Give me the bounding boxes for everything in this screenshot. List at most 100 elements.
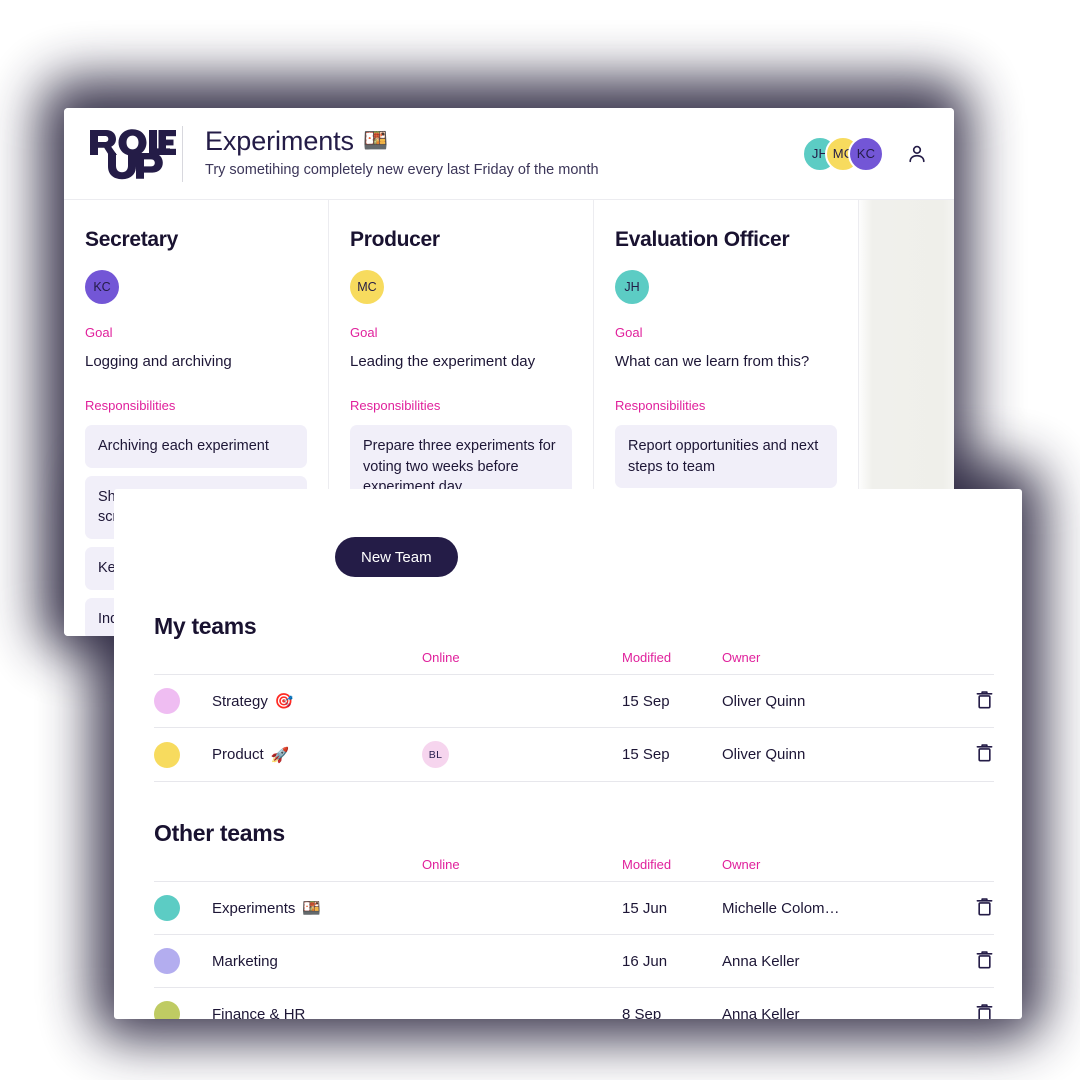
- delete-cell: [912, 727, 994, 782]
- responsibilities-label: Responsibilities: [350, 398, 441, 414]
- col-header-name: [212, 650, 422, 675]
- team-name-text: Finance & HR: [212, 1005, 306, 1020]
- role-title: Secretary: [85, 228, 179, 251]
- col-header-color: [154, 857, 212, 882]
- modified-cell: 15 Jun: [622, 881, 722, 935]
- team-color-cell: [154, 987, 212, 1019]
- role-assignee-avatar[interactable]: KC: [85, 270, 119, 304]
- member-avatar-stack[interactable]: JH MC KC: [802, 135, 884, 172]
- owner-cell: Oliver Quinn: [722, 674, 912, 728]
- role-title: Evaluation Officer: [615, 228, 790, 251]
- teams-section: My teams Online Modified Owner Strategy 🎯 15 S…: [154, 613, 994, 782]
- roleup-logo[interactable]: [84, 128, 176, 180]
- page-subtitle: Try sometihing completely new every last…: [205, 162, 599, 179]
- team-color-dot: [154, 1001, 180, 1019]
- goal-value[interactable]: Leading the experiment day: [350, 352, 572, 372]
- header-actions: JH MC KC: [802, 135, 928, 172]
- trash-icon[interactable]: [975, 896, 994, 917]
- responsibility-card[interactable]: Report opportunities and next steps to t…: [615, 425, 837, 489]
- col-header-name: [212, 857, 422, 882]
- responsibility-card[interactable]: Archiving each experiment: [85, 425, 307, 468]
- table-row[interactable]: Finance & HR 8 Sep Anna Keller: [154, 987, 994, 1020]
- team-name-cell[interactable]: Marketing: [212, 934, 422, 988]
- col-header-modified: Modified: [622, 857, 722, 882]
- delete-cell: [912, 881, 994, 935]
- goal-label: Goal: [615, 325, 643, 340]
- goal-value[interactable]: What can we learn from this?: [615, 352, 837, 372]
- team-name-cell[interactable]: Strategy 🎯: [212, 674, 422, 728]
- bento-emoji: 🍱: [362, 129, 388, 152]
- table-row[interactable]: Strategy 🎯 15 Sep Oliver Quinn: [154, 674, 994, 728]
- trash-icon[interactable]: [975, 949, 994, 970]
- team-color-cell: [154, 881, 212, 935]
- table-header-row: Online Modified Owner: [154, 857, 994, 882]
- online-members-cell: [422, 934, 622, 988]
- goal-value[interactable]: Logging and archiving: [85, 352, 307, 372]
- page-title: Experiments 🍱: [205, 127, 802, 156]
- teams-panel: New Team My teams Online Modified Owner Stra…: [114, 489, 1022, 1019]
- team-name-text: Marketing: [212, 952, 278, 970]
- online-members-cell: [422, 674, 622, 728]
- table-header-row: Online Modified Owner: [154, 650, 994, 675]
- col-header-owner: Owner: [722, 650, 912, 675]
- modified-cell: 16 Jun: [622, 934, 722, 988]
- col-header-owner: Owner: [722, 857, 912, 882]
- team-name-text: Product: [212, 746, 264, 763]
- col-header-color: [154, 650, 212, 675]
- header-avatar-kc[interactable]: KC: [848, 135, 884, 172]
- online-members-cell: [422, 881, 622, 935]
- team-color-dot: [154, 948, 180, 974]
- goal-label: Goal: [350, 325, 378, 340]
- teams-section: Other teams Online Modified Owner Experiment…: [154, 820, 994, 1019]
- delete-cell: [912, 674, 994, 728]
- table-row[interactable]: Marketing 16 Jun Anna Keller: [154, 934, 994, 988]
- responsibilities-label: Responsibilities: [85, 398, 176, 414]
- col-header-actions: [912, 857, 994, 882]
- col-header-online: Online: [422, 857, 622, 882]
- header-divider: [182, 125, 183, 182]
- team-name-text: Strategy: [212, 692, 268, 710]
- owner-cell: Anna Keller: [722, 987, 912, 1019]
- section-title: My teams: [154, 613, 257, 639]
- team-color-dot: [154, 688, 180, 714]
- screenshot-root: Experiments 🍱 Try sometihing completely …: [0, 0, 1080, 1080]
- teams-table: Online Modified Owner Experiments 🍱 15 Jun Mic…: [154, 857, 994, 1019]
- new-team-button[interactable]: New Team: [335, 537, 458, 577]
- col-header-actions: [912, 650, 994, 675]
- table-row[interactable]: Product 🚀 BL 15 Sep Oliver Quinn: [154, 727, 994, 782]
- account-person-icon[interactable]: [906, 143, 928, 165]
- col-header-modified: Modified: [622, 650, 722, 675]
- team-color-cell: [154, 727, 212, 782]
- online-members-cell: [422, 987, 622, 1019]
- goal-label: Goal: [85, 325, 113, 340]
- role-assignee-avatar[interactable]: JH: [615, 270, 649, 304]
- team-name-cell[interactable]: Product 🚀: [212, 727, 422, 782]
- team-color-cell: [154, 934, 212, 988]
- table-row[interactable]: Experiments 🍱 15 Jun Michelle Colom…: [154, 881, 994, 935]
- modified-cell: 15 Sep: [622, 727, 722, 782]
- trash-icon[interactable]: [975, 742, 994, 763]
- trash-icon[interactable]: [975, 689, 994, 710]
- teams-sections: My teams Online Modified Owner Strategy 🎯 15 S…: [154, 613, 994, 1019]
- online-member-avatar[interactable]: BL: [422, 741, 449, 768]
- owner-cell: Michelle Colom…: [722, 881, 912, 935]
- team-color-dot: [154, 895, 180, 921]
- team-name-cell[interactable]: Finance & HR: [212, 987, 422, 1020]
- responsibilities-label: Responsibilities: [615, 398, 706, 414]
- online-members-cell: BL: [422, 727, 622, 782]
- col-header-online: Online: [422, 650, 622, 675]
- role-title: Producer: [350, 228, 440, 251]
- role-assignee-avatar[interactable]: MC: [350, 270, 384, 304]
- team-name-text: Experiments: [212, 899, 296, 917]
- team-color-dot: [154, 741, 180, 768]
- team-name-cell[interactable]: Experiments 🍱: [212, 881, 422, 935]
- owner-cell: Anna Keller: [722, 934, 912, 988]
- modified-cell: 8 Sep: [622, 987, 722, 1019]
- owner-cell: Oliver Quinn: [722, 727, 912, 782]
- teams-table: Online Modified Owner Strategy 🎯 15 Sep Oliver…: [154, 650, 994, 782]
- trash-icon[interactable]: [975, 1002, 994, 1019]
- modified-cell: 15 Sep: [622, 674, 722, 728]
- team-emoji: 🍱: [302, 900, 322, 917]
- team-emoji: 🎯: [274, 693, 294, 710]
- delete-cell: [912, 987, 994, 1019]
